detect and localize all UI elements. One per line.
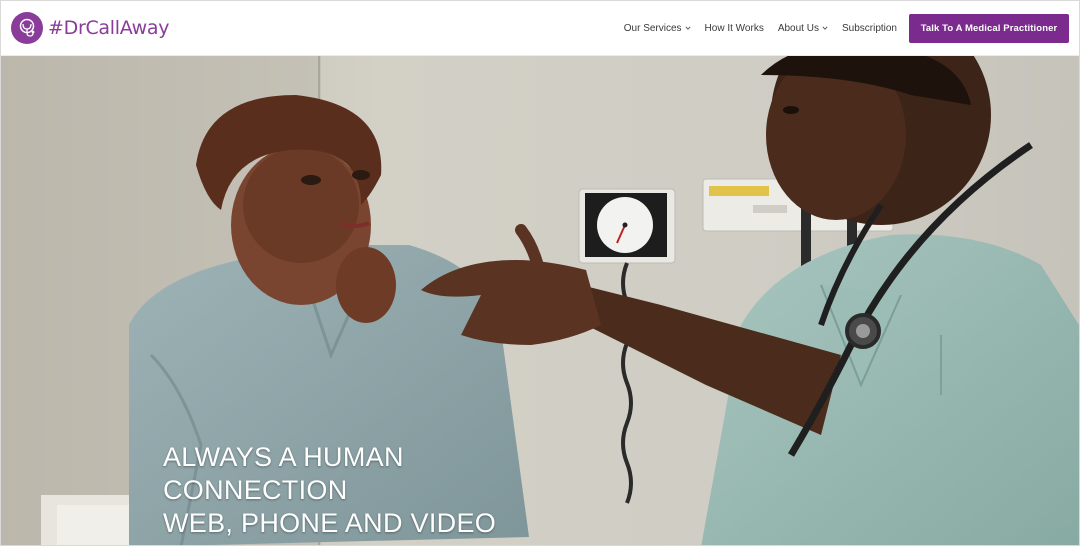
nav-item-label: Subscription <box>841 22 897 34</box>
brand-name: #DrCallAway <box>48 17 170 39</box>
nav-item-label: Our Services <box>623 22 682 34</box>
main-nav: Our Services How It Works About Us Subsc… <box>610 1 897 55</box>
chevron-down-icon <box>685 26 691 30</box>
hero-line: WEB, PHONE AND VIDEO <box>163 508 497 538</box>
hero-section: ALWAYS A HUMAN CONNECTION WEB, PHONE AND… <box>1 55 1079 545</box>
hero-line: ALWAYS A HUMAN <box>163 442 404 472</box>
nav-item-label: How It Works <box>704 22 764 34</box>
talk-to-practitioner-button[interactable]: Talk To A Medical Practitioner <box>909 14 1069 43</box>
hero-line: CONNECTION <box>163 475 348 505</box>
nav-item-about-us[interactable]: About Us <box>778 23 828 34</box>
brand-logo[interactable]: #DrCallAway <box>11 11 169 45</box>
nav-item-subscription[interactable]: Subscription <box>842 23 897 34</box>
page-frame: #DrCallAway Our Services How It Works Ab… <box>0 0 1080 546</box>
site-header: #DrCallAway Our Services How It Works Ab… <box>1 1 1079 56</box>
nav-item-label: About Us <box>777 22 819 34</box>
nav-item-how-it-works[interactable]: How It Works <box>705 23 764 34</box>
nav-item-our-services[interactable]: Our Services <box>624 23 691 34</box>
stethoscope-icon <box>11 12 43 44</box>
chevron-down-icon <box>822 26 828 30</box>
hero-headline: ALWAYS A HUMAN CONNECTION WEB, PHONE AND… <box>163 441 496 540</box>
